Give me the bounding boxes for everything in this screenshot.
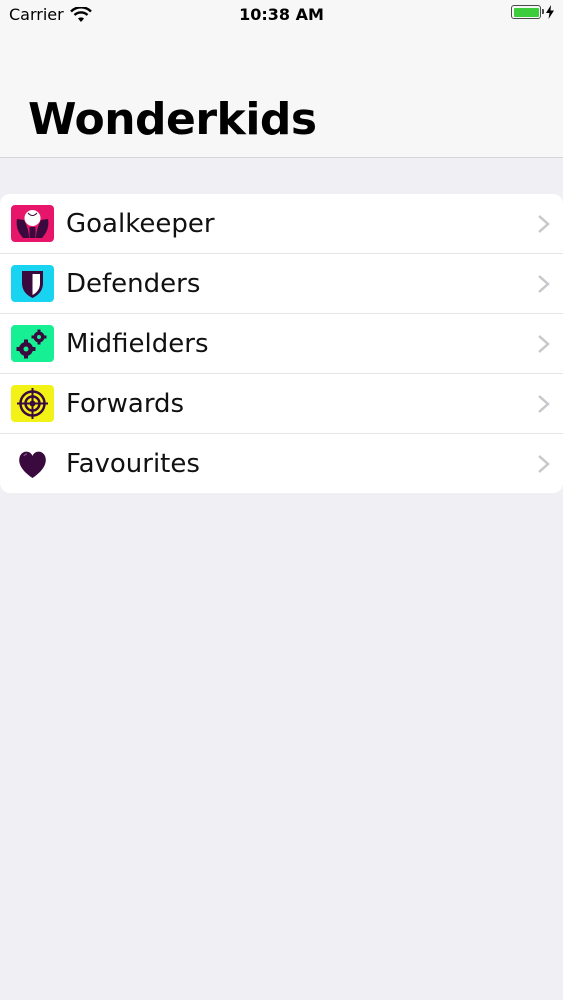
- list-item-label: Goalkeeper: [66, 209, 215, 239]
- target-icon: [11, 385, 54, 422]
- heart-icon: [11, 445, 54, 482]
- list-item-defenders[interactable]: Defenders: [0, 254, 563, 314]
- status-time: 10:38 AM: [239, 5, 324, 24]
- chevron-right-icon: [538, 275, 550, 293]
- charging-bolt-icon: [546, 5, 554, 19]
- chevron-right-icon: [538, 215, 550, 233]
- category-list: Goalkeeper Defenders Midfielders Forward…: [0, 194, 563, 493]
- list-item-favourites[interactable]: Favourites: [0, 434, 563, 493]
- list-item-label: Midfielders: [66, 329, 209, 359]
- list-item-label: Favourites: [66, 449, 200, 479]
- list-item-label: Defenders: [66, 269, 201, 299]
- list-item-midfielders[interactable]: Midfielders: [0, 314, 563, 374]
- shield-icon: [11, 265, 54, 302]
- chevron-right-icon: [538, 455, 550, 473]
- list-item-forwards[interactable]: Forwards: [0, 374, 563, 434]
- chevron-right-icon: [538, 395, 550, 413]
- status-bar: Carrier 10:38 AM: [0, 0, 563, 30]
- battery-icon: [511, 5, 544, 19]
- battery-indicator: [511, 5, 555, 19]
- page-title: Wonderkids: [28, 94, 317, 145]
- list-item-goalkeeper[interactable]: Goalkeeper: [0, 194, 563, 254]
- battery-fill: [513, 7, 539, 17]
- gears-icon: [11, 325, 54, 362]
- list-item-label: Forwards: [66, 389, 185, 419]
- chevron-right-icon: [538, 335, 550, 353]
- navigation-bar: Carrier 10:38 AM Wonderkids: [0, 0, 563, 158]
- goalkeeper-gloves-icon: [11, 205, 54, 242]
